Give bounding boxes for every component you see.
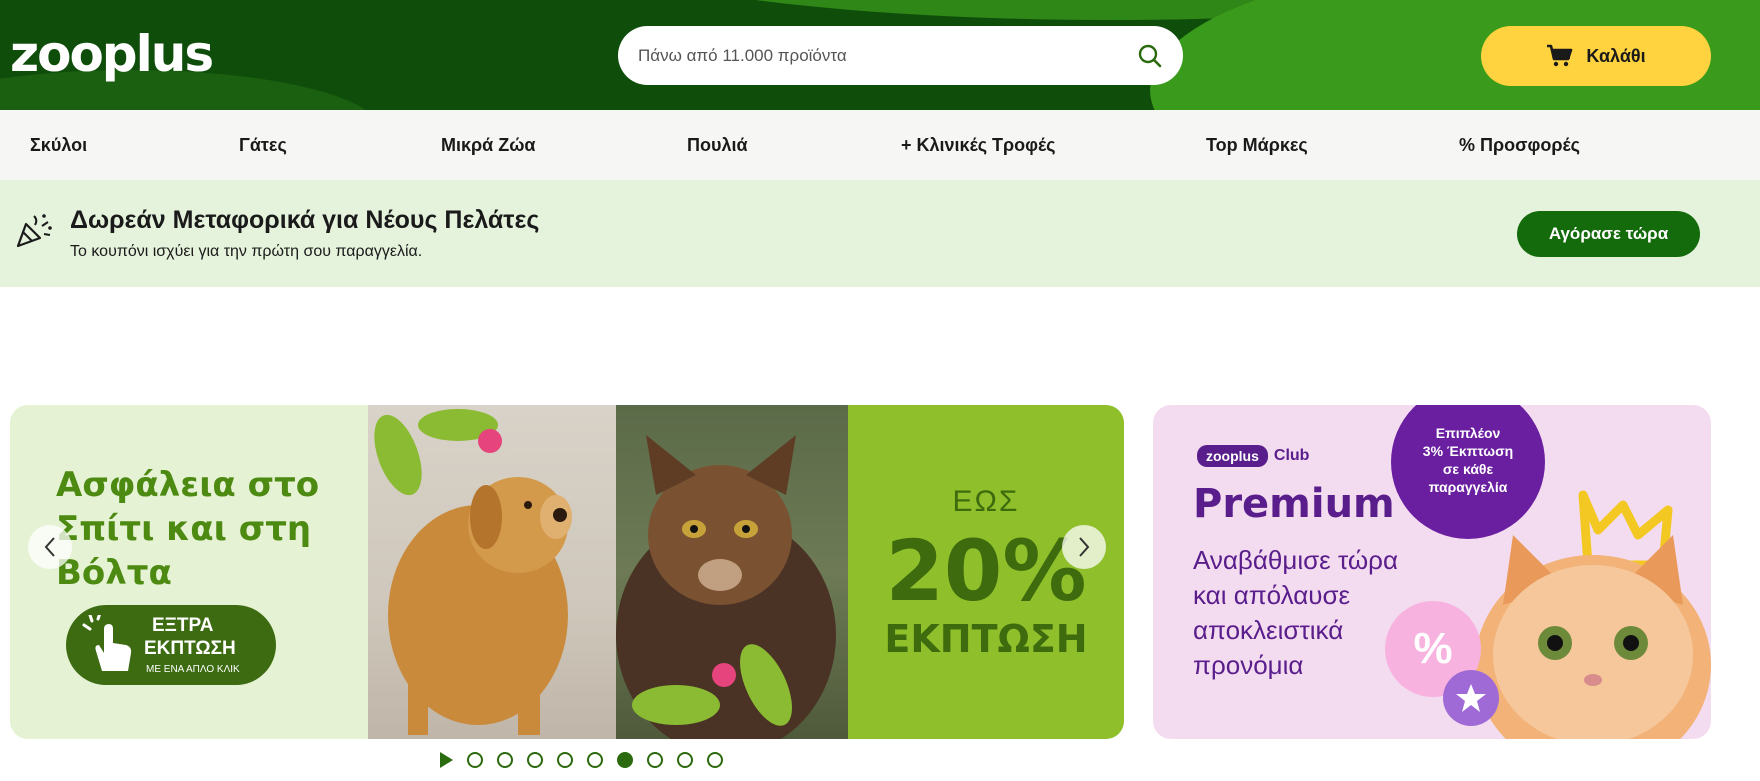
carousel-dot[interactable] — [557, 752, 573, 768]
search-icon[interactable] — [1137, 43, 1163, 69]
hero-text-panel: Ασφάλεια στο Σπίτι και στη Βόλτα ΕΞΤΡΑ Ε… — [10, 405, 368, 739]
cat-behind-net-photo — [616, 405, 848, 739]
category-nav: Σκύλοι Γάτες Μικρά Ζώα Πουλιά + Κλινικές… — [0, 110, 1760, 180]
carousel-dot[interactable] — [647, 752, 663, 768]
search-input[interactable] — [638, 45, 1137, 66]
star-bubble-icon — [1443, 670, 1499, 726]
nav-item-offers[interactable]: % Προσφορές — [1459, 110, 1580, 180]
nav-item-small-animals[interactable]: Μικρά Ζώα — [441, 110, 536, 180]
pointing-hand-icon — [82, 615, 132, 671]
discount-panel: ΕΩΣ 20% ΕΚΠΤΩΣΗ — [848, 405, 1124, 739]
zooplus-logo[interactable]: zooplus — [10, 24, 214, 84]
club-premium-card[interactable]: zooplus Club Premium Αναβάθμισε τώρα και… — [1153, 405, 1711, 739]
extra-discount-badge: ΕΞΤΡΑ ΕΚΠΤΩΣΗ ΜΕ ΕΝΑ ΑΠΛΟ ΚΛΙΚ — [66, 605, 276, 685]
chevron-left-icon — [44, 537, 55, 557]
nav-item-clinical-food[interactable]: + Κλινικές Τροφές — [901, 110, 1056, 180]
hero-title: Ασφάλεια στο Σπίτι και στη Βόλτα — [56, 465, 320, 593]
badge-line-3: ΜΕ ΕΝΑ ΑΠΛΟ ΚΛΙΚ — [146, 664, 240, 675]
carousel-dot[interactable] — [677, 752, 693, 768]
search-bar[interactable] — [618, 26, 1183, 85]
badge-line-1: ΕΞΤΡΑ — [152, 615, 214, 636]
club-logo-word: Club — [1273, 447, 1310, 464]
promo-banner: Δωρεάν Μεταφορικά για Νέους Πελάτες Το κ… — [0, 180, 1760, 287]
promo-title: Δωρεάν Μεταφορικά για Νέους Πελάτες — [70, 206, 540, 234]
site-header: zooplus Καλάθι — [0, 0, 1760, 110]
promo-subtitle: Το κουπόνι ισχύει για την πρώτη σου παρα… — [70, 243, 423, 260]
golden-retriever-photo — [368, 405, 616, 739]
play-icon[interactable] — [440, 752, 453, 768]
discount-word: ΕΚΠΤΩΣΗ — [884, 617, 1088, 661]
nav-item-top-brands[interactable]: Top Μάρκες — [1206, 110, 1308, 180]
carousel-dot[interactable] — [467, 752, 483, 768]
carousel-pagination — [440, 752, 723, 768]
discount-prefix: ΕΩΣ — [952, 485, 1020, 518]
club-logo-pill: zooplus — [1197, 445, 1268, 467]
buy-now-button[interactable]: Αγόρασε τώρα — [1517, 211, 1700, 257]
carousel-next-button[interactable] — [1062, 525, 1106, 569]
carousel-dot[interactable] — [527, 752, 543, 768]
party-popper-icon — [16, 214, 52, 248]
zooplus-club-logo: zooplus Club — [1197, 445, 1309, 467]
carousel-dot[interactable] — [617, 752, 633, 768]
carousel-dot[interactable] — [707, 752, 723, 768]
club-badge-line-4: παραγγελία — [1428, 479, 1508, 495]
hero-carousel-slide[interactable]: Ασφάλεια στο Σπίτι και στη Βόλτα ΕΞΤΡΑ Ε… — [10, 405, 1124, 739]
carousel-dot[interactable] — [497, 752, 513, 768]
cart-button[interactable]: Καλάθι — [1481, 26, 1711, 86]
club-badge-line-3: σε κάθε — [1442, 461, 1494, 477]
chevron-right-icon — [1079, 537, 1090, 557]
badge-line-2: ΕΚΠΤΩΣΗ — [144, 638, 236, 659]
nav-item-cats[interactable]: Γάτες — [239, 110, 287, 180]
club-badge-line-2: 3% Έκπτωση — [1422, 443, 1514, 459]
club-title: Premium — [1193, 481, 1395, 527]
carousel-prev-button[interactable] — [28, 525, 72, 569]
cart-icon — [1547, 44, 1573, 67]
nav-item-dogs[interactable]: Σκύλοι — [30, 110, 87, 180]
carousel-dot[interactable] — [587, 752, 603, 768]
club-badge-line-1: Επιπλέον — [1435, 425, 1501, 441]
nav-item-birds[interactable]: Πουλιά — [687, 110, 748, 180]
cart-label: Καλάθι — [1586, 45, 1646, 66]
